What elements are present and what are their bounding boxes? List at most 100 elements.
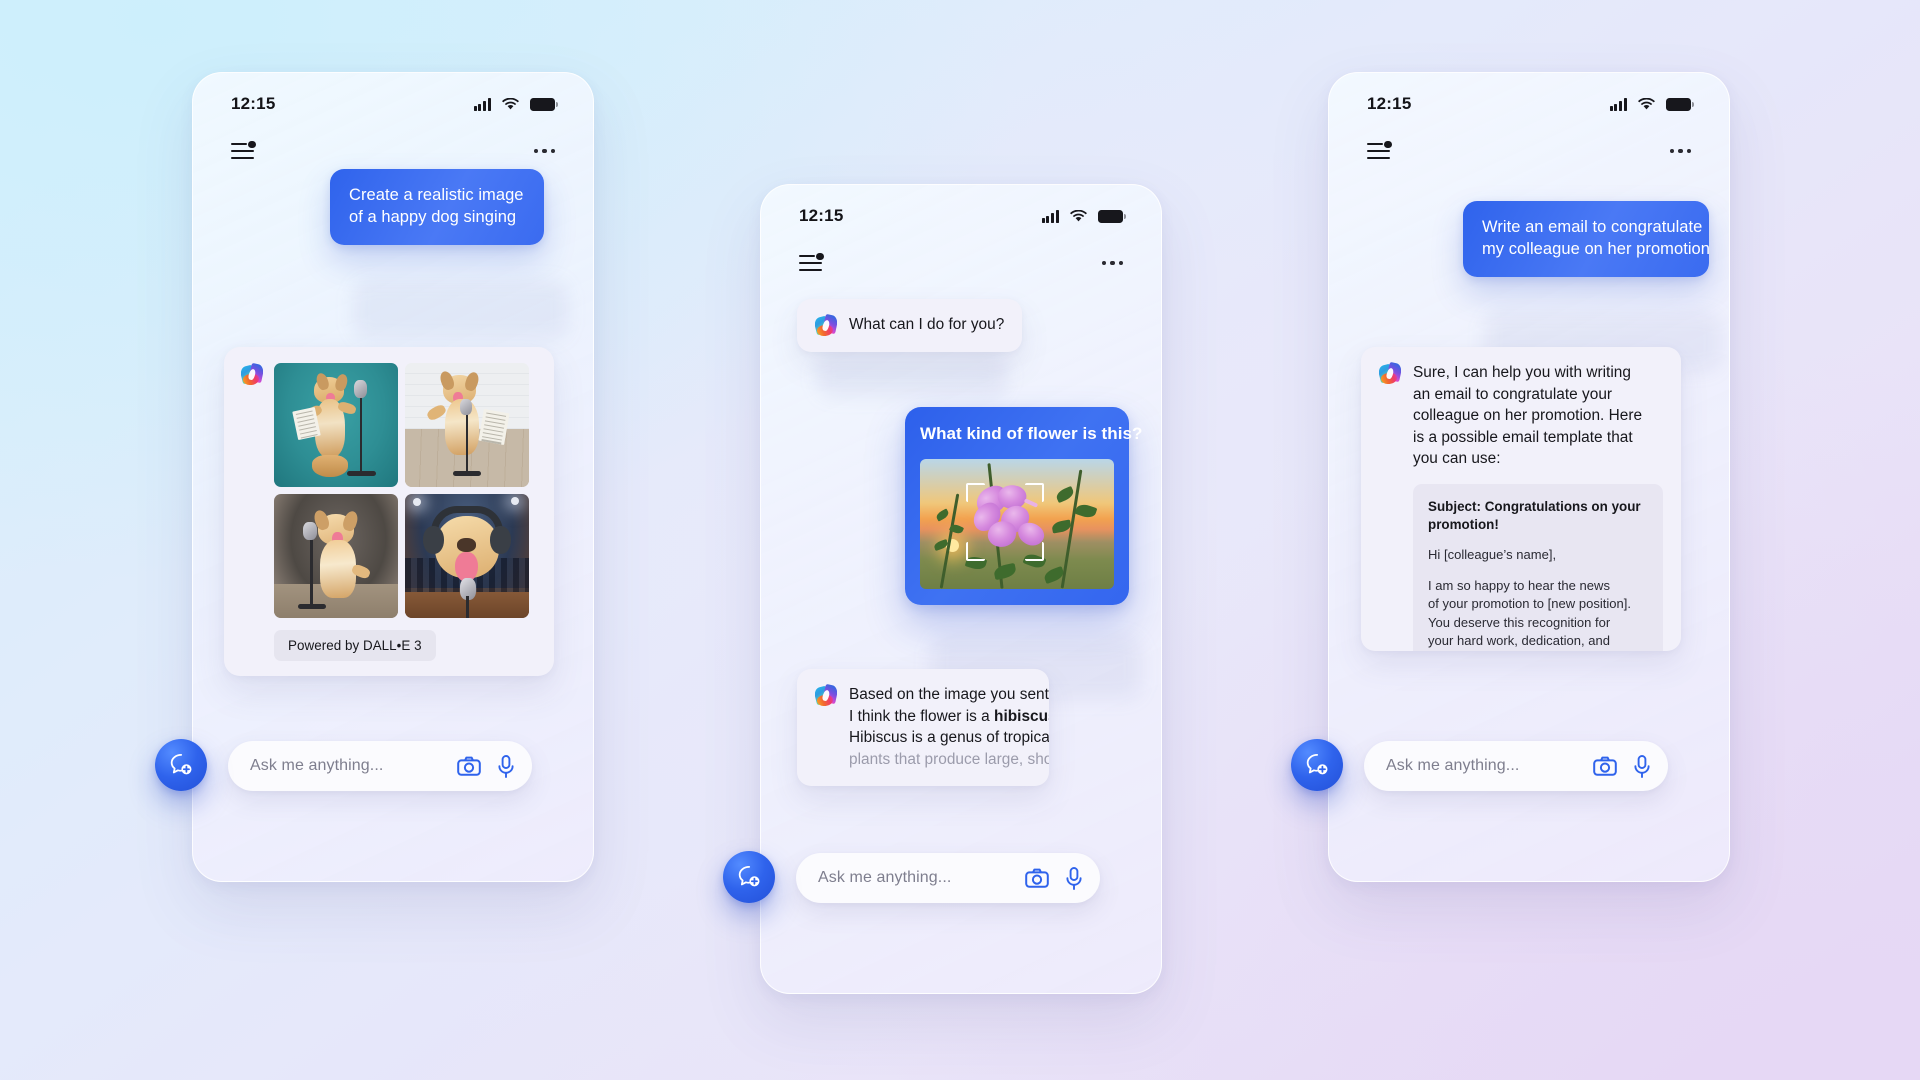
reply-line: an email to congratulate your [1413, 385, 1613, 403]
sliders-icon[interactable] [1367, 140, 1392, 161]
email-body-line: your hard work, dedication, and [1428, 633, 1611, 648]
reply-line: Based on the image you sent, [849, 686, 1049, 703]
assistant-reply-body: Sure, I can help you with writing an ema… [1413, 362, 1663, 651]
more-options-icon[interactable] [1670, 148, 1691, 154]
new-chat-icon [170, 754, 192, 775]
battery-icon [1666, 97, 1695, 111]
assistant-reply-bubble: Sure, I can help you with writing an ema… [1361, 347, 1681, 651]
status-bar: 12:15 [193, 91, 593, 117]
camera-icon[interactable] [1025, 868, 1049, 888]
assistant-greeting-text: What can I do for you? [849, 316, 1005, 333]
assistant-reply-bubble: Based on the image you sent, I think the… [797, 669, 1049, 787]
microphone-icon[interactable] [497, 754, 515, 778]
phone-screen: 12:15 Create a realistic image of a happ… [193, 73, 593, 881]
microphone-icon[interactable] [1065, 866, 1083, 890]
new-chat-fab[interactable] [723, 851, 775, 903]
email-template-card: Subject: Congratulations on your promoti… [1413, 483, 1663, 651]
reply-line: you can use: [1413, 450, 1501, 468]
app-bar [193, 131, 593, 171]
wifi-icon [1638, 97, 1655, 111]
microphone-icon[interactable] [1633, 754, 1651, 778]
status-time: 12:15 [1367, 94, 1412, 113]
email-body: I am so happy to hear the news of your p… [1428, 577, 1648, 651]
generated-image-thumbnail[interactable] [405, 363, 529, 487]
app-bar [1329, 131, 1729, 171]
signal-icon [1041, 210, 1059, 223]
user-message-line: my colleague on her promotion [1482, 240, 1710, 259]
status-icons [473, 97, 559, 111]
email-subject: Subject: Congratulations on your promoti… [1428, 498, 1648, 533]
battery-icon [1098, 209, 1127, 223]
phone-screen: 12:15 Write an email to congratulate my … [1329, 73, 1729, 881]
reply-line: I think the flower is a hibiscus. [849, 706, 1049, 728]
user-message-bubble: Create a realistic image of a happy dog … [330, 169, 544, 245]
phone-screen: 12:15 What can I do for you? What kind o… [761, 185, 1161, 993]
generated-image-thumbnail[interactable] [405, 494, 529, 618]
focus-brackets-icon [966, 483, 1044, 562]
new-chat-fab[interactable] [155, 739, 207, 791]
email-body-line: You deserve this recognition for [1428, 614, 1611, 630]
reply-line: Sure, I can help you with writing [1413, 364, 1631, 381]
email-subject-line: Subject: Congratulations on your [1428, 498, 1641, 514]
generated-image-grid [274, 363, 529, 618]
more-options-icon[interactable] [1102, 260, 1123, 266]
signal-icon [1609, 98, 1627, 111]
reply-line: colleague on her promotion. Here [1413, 407, 1643, 425]
status-icons [1609, 97, 1695, 111]
message-composer[interactable]: Ask me anything... [796, 853, 1100, 903]
app-bar [761, 243, 1161, 283]
status-time: 12:15 [231, 94, 276, 113]
email-body-line: of your promotion to [new position]. [1428, 596, 1632, 612]
reply-line: is a possible email template that [1413, 428, 1633, 446]
user-photo-message-bubble: What kind of flower is this? [905, 407, 1143, 606]
generated-image-thumbnail[interactable] [274, 494, 398, 618]
user-photo-message-title: What kind of flower is this? [920, 424, 1143, 443]
dalle-credit-chip: Powered by DALL•E 3 [274, 630, 436, 661]
status-bar: 12:15 [1329, 91, 1729, 117]
camera-icon[interactable] [1593, 756, 1617, 776]
assistant-greeting-bubble: What can I do for you? [797, 299, 1023, 352]
copilot-logo [815, 684, 837, 706]
generated-image-thumbnail[interactable] [274, 363, 398, 487]
mockup-stage: 12:15 Create a realistic image of a happ… [0, 0, 1920, 1080]
email-body-line-faded: leadership skills. [1428, 650, 1648, 651]
flower-photo[interactable] [920, 459, 1114, 590]
phone-mockup-image-generation: 12:15 Create a realistic image of a happ… [155, 72, 594, 882]
camera-icon[interactable] [457, 756, 481, 776]
more-options-icon[interactable] [534, 148, 555, 154]
user-message-line: Write an email to congratulate [1482, 218, 1703, 236]
status-time: 12:15 [799, 206, 844, 225]
message-input-placeholder[interactable]: Ask me anything... [1386, 757, 1593, 775]
wifi-icon [502, 97, 519, 111]
status-bar: 12:15 [761, 203, 1161, 229]
composer-actions [457, 754, 515, 778]
composer-actions [1593, 754, 1651, 778]
phone-mockup-email-drafting: 12:15 Write an email to congratulate my … [1291, 72, 1730, 882]
phone-mockup-flower-identification: 12:15 What can I do for you? What kind o… [723, 184, 1162, 994]
message-input-placeholder[interactable]: Ask me anything... [250, 757, 457, 775]
composer-actions [1025, 866, 1083, 890]
reply-line-faded: plants that produce large, showy [849, 750, 1049, 768]
user-message-bubble: Write an email to congratulate my collea… [1463, 201, 1710, 277]
sliders-icon[interactable] [799, 252, 824, 273]
bubble-shadow [353, 281, 568, 339]
bubble-shadow [817, 355, 1007, 397]
copilot-logo [1379, 362, 1401, 384]
user-message-line: of a happy dog singing [349, 208, 517, 227]
new-chat-fab[interactable] [1291, 739, 1343, 791]
reply-highlight: hibiscus [994, 707, 1049, 725]
user-message-line: Create a realistic image [349, 186, 524, 204]
copilot-logo [815, 314, 837, 336]
new-chat-icon [1306, 754, 1328, 775]
message-input-placeholder[interactable]: Ask me anything... [818, 869, 1025, 887]
battery-icon [530, 97, 559, 111]
email-subject-line: promotion! [1428, 516, 1499, 532]
email-body-line: I am so happy to hear the news [1428, 577, 1610, 593]
message-composer[interactable]: Ask me anything... [1364, 741, 1668, 791]
copilot-logo [241, 363, 263, 385]
message-composer[interactable]: Ask me anything... [228, 741, 532, 791]
reply-line: Hibiscus is a genus of tropical [849, 729, 1049, 747]
sliders-icon[interactable] [231, 140, 256, 161]
signal-icon [473, 98, 491, 111]
wifi-icon [1070, 209, 1087, 223]
